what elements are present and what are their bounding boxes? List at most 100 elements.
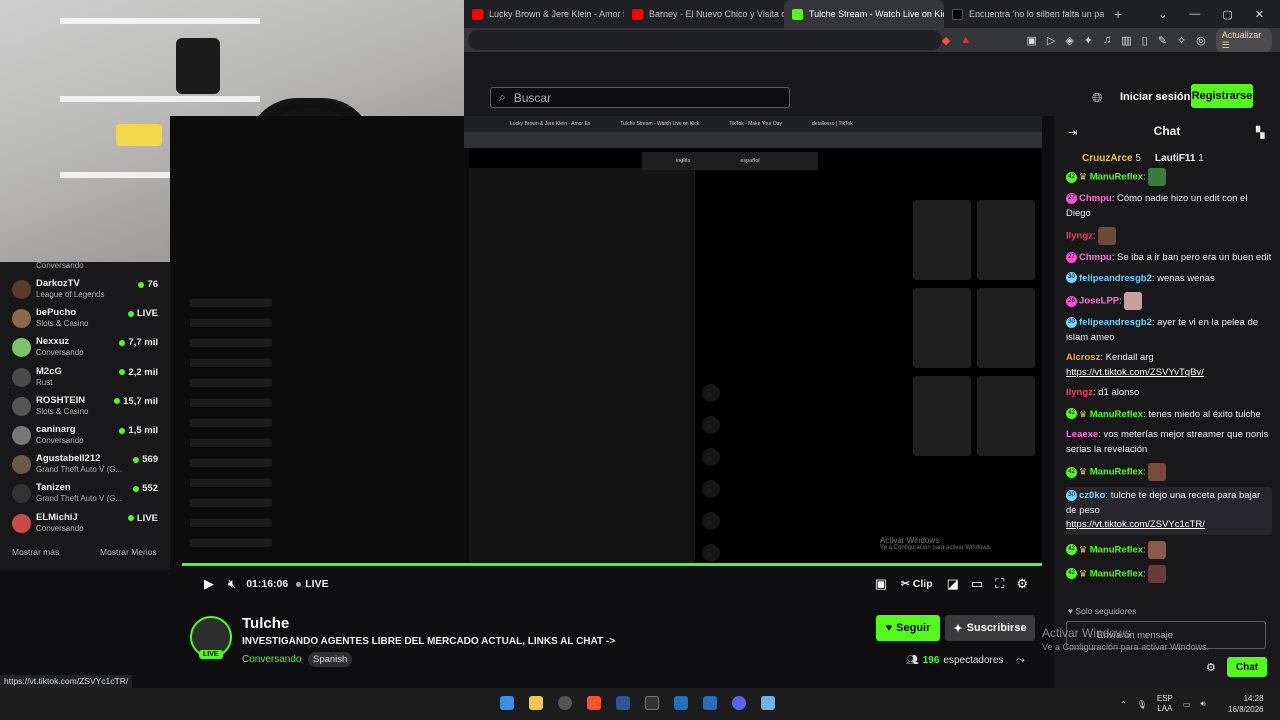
leo-icon[interactable]: ✧ — [1177, 34, 1186, 47]
start-icon[interactable] — [500, 696, 514, 710]
video-inner-urlbar — [464, 132, 1042, 148]
chat-username[interactable]: felipeandresgb2 — [1079, 273, 1152, 284]
music-icon[interactable]: ♫ — [1103, 34, 1111, 46]
emote-image — [1148, 540, 1167, 559]
extension-icon[interactable]: ◈ — [1065, 34, 1073, 47]
sidebar-channel[interactable]: bePucho Slots & Casino LIVE — [12, 307, 162, 333]
close-window-icon[interactable]: ✕ — [1255, 8, 1264, 21]
show-less-button[interactable]: Mostrar Menos — [100, 547, 157, 557]
app-icon[interactable] — [616, 696, 630, 710]
maximize-icon[interactable]: ▢ — [1222, 8, 1232, 21]
globe-icon[interactable]: 🌐︎ — [1092, 90, 1102, 106]
chevron-down-icon[interactable]: ⌄ — [1158, 8, 1167, 21]
browser-tab[interactable]: Barney - El Nuevo Chico y Visita de — [624, 0, 784, 28]
chat-username[interactable]: ManuReflex — [1090, 544, 1143, 555]
chat-username[interactable]: ManuReflex — [1090, 467, 1143, 478]
sidebar-channel[interactable]: Nexxuz Conversando 7,7 mil — [12, 336, 162, 362]
emote-image — [1124, 292, 1143, 310]
sidebar-channel[interactable]: ROSHTEIN Slots & Casino 15,7 mil — [12, 395, 162, 421]
bookmark-icon[interactable]: ▯ — [1142, 34, 1148, 47]
file-explorer-icon[interactable] — [529, 696, 543, 710]
chat-username[interactable]: JoseLPP — [1079, 296, 1119, 307]
pencil-icon[interactable]: ✎ — [1158, 34, 1167, 47]
discord-icon[interactable] — [732, 696, 746, 710]
chat-link[interactable]: https://vt.tiktok.com/ZSVYvTqBv/ — [1066, 367, 1204, 378]
microphone-icon[interactable]: 🎙︎ — [1137, 700, 1147, 709]
volume-muted-icon[interactable]: 🔇︎ — [228, 576, 236, 592]
chat-username[interactable]: Chmpu — [1079, 252, 1112, 263]
brave-rewards-icon[interactable]: ▲ — [960, 34, 971, 46]
volume-icon[interactable]: 🔊︎ — [1200, 699, 1205, 709]
chat-users-icon[interactable]: ▚ — [1256, 126, 1264, 139]
brave-shield-icon[interactable]: ◆ — [942, 34, 950, 47]
language-tag[interactable]: Spanish — [308, 652, 353, 667]
clip-button[interactable]: ✂ Clip — [901, 578, 933, 590]
app-icon[interactable] — [703, 696, 717, 710]
chat-username[interactable]: Alcrosz — [1066, 352, 1100, 363]
share-icon[interactable]: ⤳ — [1016, 654, 1025, 667]
login-button[interactable]: Iniciar sesión — [1120, 91, 1190, 103]
new-tab-icon[interactable]: + — [1104, 6, 1132, 22]
browser-tab[interactable]: Encuentra 'no lo silben falta un part — [944, 0, 1104, 28]
chat-send-button[interactable]: Chat — [1227, 657, 1267, 677]
update-button[interactable]: Actualizar ☰ — [1215, 27, 1272, 53]
chat-settings-icon[interactable]: ⚙ — [1206, 661, 1216, 674]
avatar — [12, 309, 31, 329]
channel-name: M2cG — [36, 365, 62, 377]
minimize-icon[interactable]: — — [1189, 8, 1200, 21]
sidebar-channel[interactable]: M2cG Rust 2,2 mil — [12, 366, 162, 392]
register-button[interactable]: Registrarse — [1191, 84, 1253, 108]
sidebar-icon[interactable]: ▥ — [1121, 34, 1131, 47]
channel-name[interactable]: Tulche — [242, 615, 289, 632]
chat-message: 30 felipeandresgb2: wenas wenas — [1066, 272, 1272, 287]
app-icon[interactable] — [674, 696, 688, 710]
notepad-icon[interactable] — [761, 696, 775, 710]
extension-icon[interactable]: ▷ — [1047, 34, 1055, 47]
sidebar-channel[interactable]: ELMichiJ Conversando LIVE — [12, 512, 162, 538]
sidebar-channel[interactable]: Agustabell212 Grand Theft Auto V (G... 569 — [12, 453, 162, 479]
subscriber-badge: 42 — [1066, 408, 1077, 420]
chevron-up-icon[interactable]: ⌃ — [1120, 700, 1127, 709]
brave-icon[interactable] — [587, 696, 601, 710]
sidebar-channel[interactable]: caninarg Conversando 1,5 mil — [12, 424, 162, 450]
emote-image — [1148, 168, 1167, 186]
address-bar[interactable] — [468, 30, 942, 50]
vpn-icon[interactable]: ◎ — [1196, 34, 1206, 47]
chat-username[interactable]: Ilyngz — [1066, 231, 1093, 242]
language-indicator[interactable]: ESP LAA — [1157, 694, 1173, 714]
chat-username[interactable]: Ilyngz — [1066, 387, 1093, 398]
terminal-icon[interactable] — [645, 696, 659, 710]
settings-icon[interactable]: ⚙ — [1016, 576, 1028, 592]
pip-icon[interactable]: ◪ — [947, 576, 959, 592]
chat-username[interactable]: ManuReflex — [1090, 568, 1143, 579]
follow-button[interactable]: ♥ Seguir — [876, 615, 940, 641]
chat-message: Leaexe: vos meterías mejor streamer que … — [1066, 429, 1269, 455]
system-clock[interactable]: 14:28 16/8/2026 — [1228, 693, 1264, 715]
obs-icon[interactable] — [558, 696, 572, 710]
search-input[interactable]: ⌕ Buscar — [490, 87, 790, 108]
puzzle-icon[interactable]: ✦ — [1084, 34, 1093, 47]
network-icon[interactable]: ▭ — [1183, 700, 1191, 709]
chat-username[interactable]: felipeandresgb2 — [1079, 317, 1152, 328]
browser-tab[interactable]: Lucky Brown & Jere Klein - Amor Es — [464, 0, 624, 28]
chat-link[interactable]: https://vt.tiktok.com/ZSVYc1cTR/ — [1066, 519, 1205, 530]
chat-username[interactable]: Leaexe — [1066, 429, 1098, 440]
play-icon[interactable]: ▶ — [204, 576, 214, 592]
fullscreen-icon[interactable]: ⛶ — [995, 576, 1004, 592]
extension-icon[interactable]: ▣ — [1026, 34, 1036, 47]
chat-text: tenes miedo al éxito tulche — [1148, 408, 1261, 420]
video-player[interactable]: Lucky Brown & Jere Klein - Amor Es Tulch… — [170, 116, 1042, 564]
theater-mode-icon[interactable]: ▣ — [875, 576, 887, 592]
stream-category[interactable]: Conversando — [242, 654, 301, 665]
captions-icon[interactable]: ▭ — [971, 576, 983, 592]
sidebar-channel[interactable]: DarkozTV League of Legends 76 — [12, 278, 162, 304]
chat-username[interactable]: cz0ko — [1079, 490, 1105, 501]
sidebar-channel[interactable]: Tanizen Grand Theft Auto V (G... 552 — [12, 482, 162, 508]
chat-username[interactable]: ManuReflex — [1090, 409, 1143, 420]
subscriber-badge: 30 — [1066, 489, 1077, 501]
chat-username[interactable]: ManuReflex — [1090, 172, 1143, 183]
chat-username[interactable]: Chmpu — [1079, 193, 1112, 204]
browser-tab-active[interactable]: Tulche Stream - Watch Live on Kick ✕ — [784, 0, 944, 28]
subscribe-button[interactable]: ✦ Suscribirse — [945, 615, 1035, 641]
show-more-button[interactable]: Mostrar más — [12, 547, 59, 557]
